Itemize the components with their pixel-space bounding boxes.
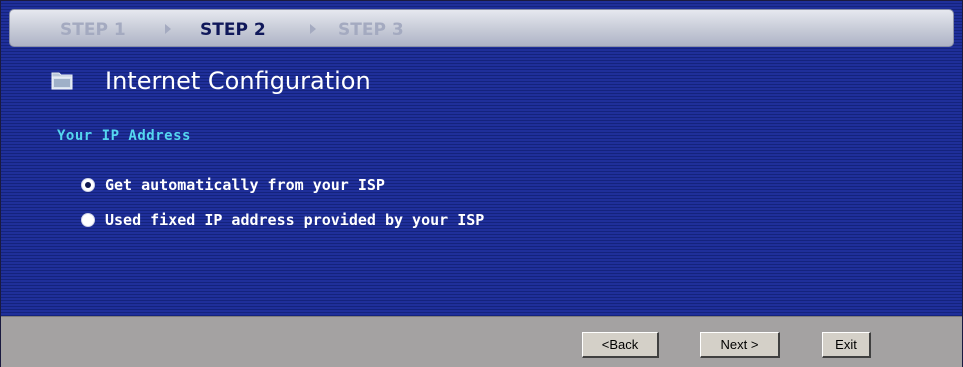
page-title: Internet Configuration (105, 67, 371, 95)
back-button[interactable]: <Back (582, 332, 659, 358)
wizard-window: STEP 1 STEP 2 STEP 3 Internet Configurat… (0, 0, 963, 367)
step-arrow-icon (165, 24, 171, 34)
ip-option-automatic-label: Get automatically from your ISP (105, 176, 385, 194)
folder-icon (51, 72, 73, 90)
step-3-label: STEP 3 (338, 20, 404, 40)
next-button[interactable]: Next > (700, 332, 780, 358)
wizard-content-panel: STEP 1 STEP 2 STEP 3 Internet Configurat… (1, 1, 962, 316)
radio-dot-icon (85, 182, 91, 188)
step-1-label: STEP 1 (60, 20, 126, 40)
radio-button[interactable] (81, 213, 95, 227)
step-2-label: STEP 2 (200, 20, 266, 40)
step-indicator-bar: STEP 1 STEP 2 STEP 3 (9, 9, 954, 47)
radio-button-selected[interactable] (81, 178, 95, 192)
wizard-footer: <Back Next > Exit (1, 316, 962, 367)
exit-button[interactable]: Exit (822, 332, 871, 358)
step-arrow-icon (310, 24, 316, 34)
section-title: Your IP Address (57, 128, 191, 144)
ip-option-fixed-label: Used fixed IP address provided by your I… (105, 211, 485, 229)
